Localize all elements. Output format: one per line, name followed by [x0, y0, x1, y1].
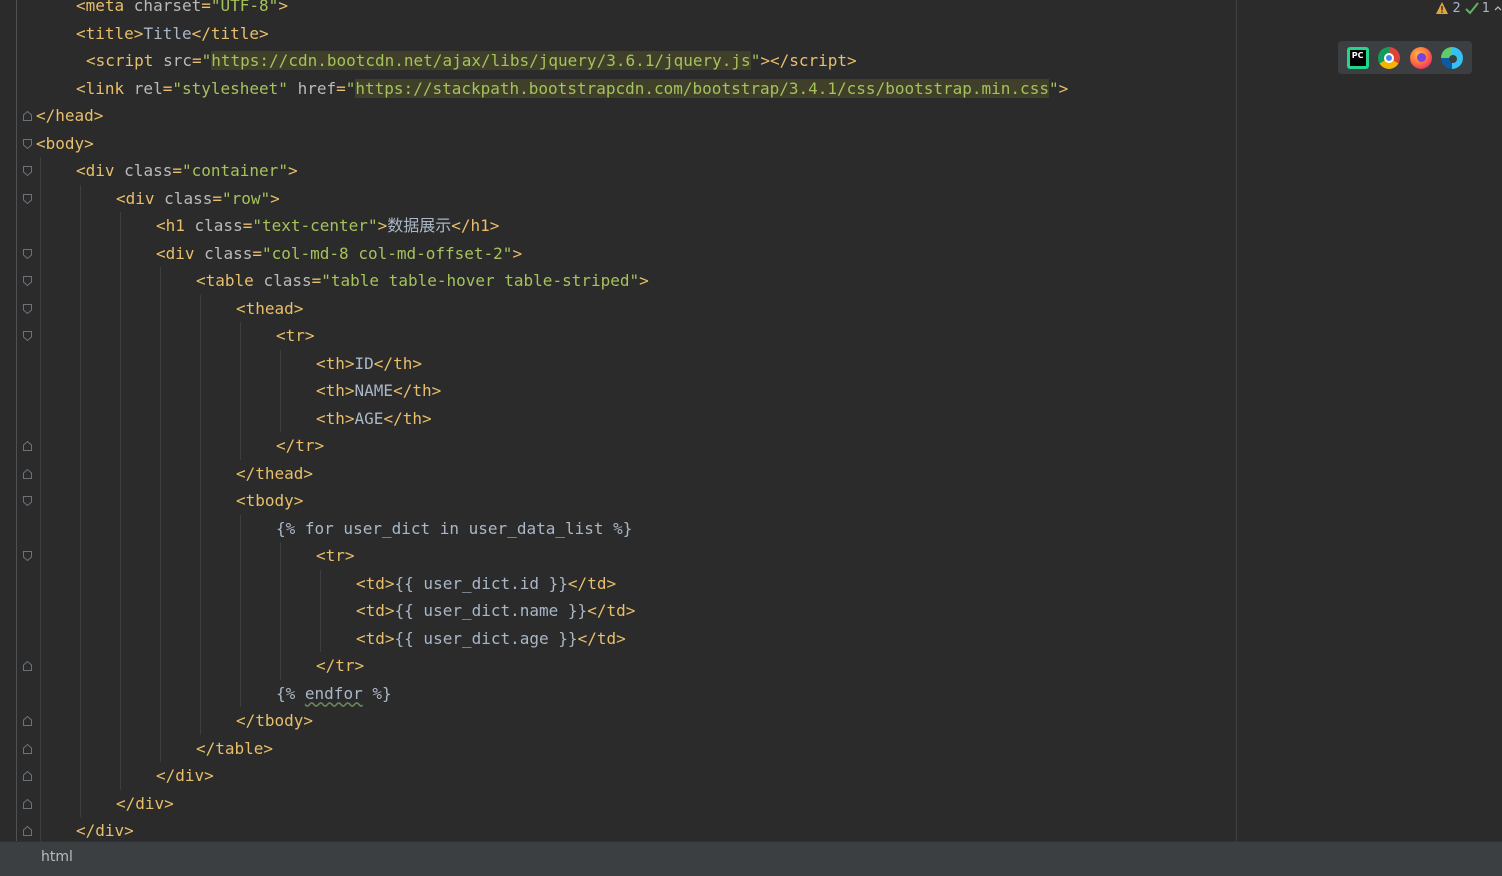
right-margin-guide	[1236, 0, 1237, 841]
code-line[interactable]: </div>	[116, 790, 174, 817]
code-line[interactable]: <td>{{ user_dict.age }}</td>	[356, 625, 626, 652]
indent-guide	[40, 157, 41, 841]
warning-count: 2	[1452, 0, 1461, 16]
gutter-separator	[16, 0, 17, 841]
indent-guide	[240, 514, 241, 707]
fold-icon[interactable]	[23, 193, 32, 204]
code-line[interactable]: {% for user_dict in user_data_list %}	[276, 515, 632, 542]
fold-icon[interactable]	[23, 248, 32, 259]
fold-icon[interactable]	[23, 331, 32, 341]
indent-guide	[240, 322, 241, 460]
code-line[interactable]: <div class="row">	[116, 185, 280, 212]
code-line[interactable]: <h1 class="text-center">数据展示</h1>	[156, 212, 499, 239]
code-line[interactable]: </div>	[76, 817, 134, 841]
code-line[interactable]: <table class="table table-hover table-st…	[196, 267, 649, 294]
breadcrumb[interactable]: html	[41, 849, 73, 865]
chevron-up-icon[interactable]	[1494, 1, 1502, 15]
indent-guide	[160, 267, 161, 762]
firefox-icon[interactable]	[1409, 46, 1432, 69]
fold-icon[interactable]	[23, 496, 32, 506]
fold-icon[interactable]	[23, 303, 32, 314]
fold-end-icon[interactable]	[23, 716, 32, 726]
chrome-icon[interactable]	[1378, 46, 1401, 69]
code-line[interactable]: </tr>	[276, 432, 324, 459]
fold-icon[interactable]	[23, 166, 32, 176]
fold-end-icon[interactable]	[23, 661, 32, 671]
code-line[interactable]: </div>	[156, 762, 214, 789]
code-line[interactable]: <title>Title</title>	[76, 20, 269, 47]
fold-end-icon[interactable]	[23, 771, 32, 781]
fold-end-icon[interactable]	[23, 743, 32, 754]
inspection-widget[interactable]: 2 1	[1435, 0, 1502, 16]
code-line[interactable]: </table>	[196, 735, 273, 762]
fold-icon[interactable]	[23, 551, 32, 561]
code-line[interactable]: <link rel="stylesheet" href="https://sta…	[76, 75, 1068, 102]
code-line[interactable]: <th>NAME</th>	[316, 377, 441, 404]
fold-end-icon[interactable]	[23, 826, 32, 836]
indent-guide	[80, 184, 81, 817]
code-line[interactable]: <tr>	[276, 322, 315, 349]
code-line[interactable]: <th>ID</th>	[316, 350, 422, 377]
code-line[interactable]: <body>	[36, 130, 94, 157]
check-icon	[1465, 2, 1479, 15]
code-line[interactable]: </thead>	[236, 460, 313, 487]
ok-count: 1	[1481, 0, 1490, 16]
code-line[interactable]: </tbody>	[236, 707, 313, 734]
fold-end-icon[interactable]	[23, 798, 32, 809]
fold-end-icon[interactable]	[23, 111, 32, 121]
status-bar: html	[0, 841, 1502, 876]
code-line[interactable]: <div class="container">	[76, 157, 298, 184]
indent-guide	[280, 349, 281, 432]
fold-end-icon[interactable]	[23, 441, 32, 451]
code-line[interactable]: <td>{{ user_dict.name }}</td>	[356, 597, 635, 624]
code-line[interactable]: <script src="https://cdn.bootcdn.net/aja…	[86, 47, 857, 74]
fold-icon[interactable]	[23, 276, 32, 286]
indent-guide	[120, 212, 121, 790]
code-line[interactable]: <tbody>	[236, 487, 303, 514]
code-line[interactable]: <div class="col-md-8 col-md-offset-2">	[156, 240, 522, 267]
code-line[interactable]: <th>AGE</th>	[316, 405, 432, 432]
indent-guide	[280, 542, 281, 680]
code-line[interactable]: </head>	[36, 102, 103, 129]
fold-icon[interactable]	[23, 138, 32, 149]
code-line[interactable]: </tr>	[316, 652, 364, 679]
edge-icon[interactable]	[1441, 46, 1464, 69]
code-line[interactable]: <meta charset="UTF-8">	[76, 0, 288, 19]
fold-end-icon[interactable]	[23, 468, 32, 479]
code-line[interactable]: {% endfor %}	[276, 680, 392, 707]
code-line[interactable]: <tr>	[316, 542, 355, 569]
warning-icon	[1436, 2, 1449, 14]
code-editor[interactable]: <meta charset="UTF-8"> <title>Title</titl…	[36, 0, 1236, 841]
indent-guide	[200, 294, 201, 735]
browser-preview-bar: PC	[1338, 41, 1472, 74]
code-line[interactable]: <thead>	[236, 295, 303, 322]
editor-gutter	[0, 0, 36, 841]
pycharm-icon[interactable]: PC	[1346, 46, 1369, 69]
indent-guide	[320, 569, 321, 652]
code-line[interactable]: <td>{{ user_dict.id }}</td>	[356, 570, 616, 597]
